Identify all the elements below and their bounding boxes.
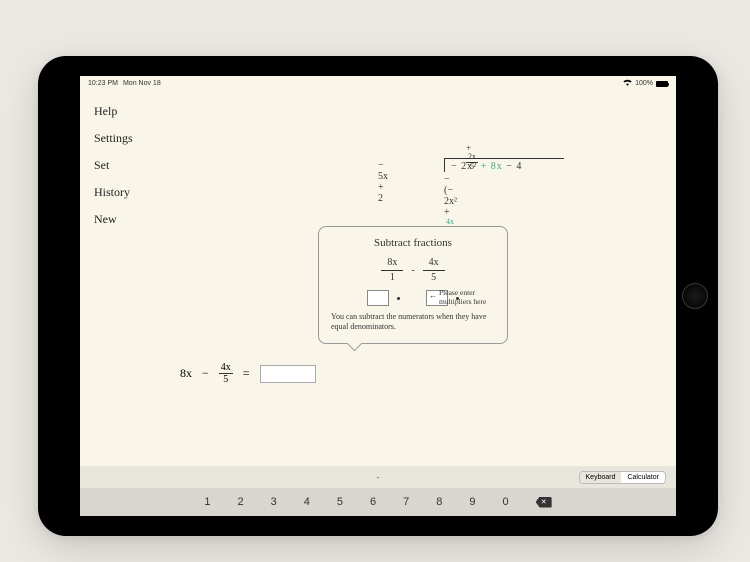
divisor: − 5x + 2 xyxy=(378,160,388,204)
screen: 10:23 PM Mon Nov 18 100% Help Settings S… xyxy=(80,76,676,516)
menu-set[interactable]: Set xyxy=(94,158,133,173)
equation-row: 8x − 4x 5 = xyxy=(180,362,316,385)
key-6[interactable]: 6 xyxy=(370,496,376,508)
side-menu: Help Settings Set History New xyxy=(94,104,133,227)
menu-history[interactable]: History xyxy=(94,185,133,200)
key-4[interactable]: 4 xyxy=(304,496,310,508)
mode-toggle[interactable]: Keyboard Calculator xyxy=(579,471,666,484)
toggle-calculator[interactable]: Calculator xyxy=(621,472,665,483)
key-1[interactable]: 1 xyxy=(204,496,210,508)
multiplier-input-1[interactable] xyxy=(367,290,389,306)
key-5[interactable]: 5 xyxy=(337,496,343,508)
toolbar-center: - xyxy=(377,472,380,482)
tooltip-title: Subtract fractions xyxy=(331,237,495,249)
battery-percent: 100% xyxy=(635,80,653,87)
multiplier-row: Please enter multipliers here xyxy=(331,290,495,306)
key-9[interactable]: 9 xyxy=(469,496,475,508)
menu-help[interactable]: Help xyxy=(94,104,133,119)
key-3[interactable]: 3 xyxy=(271,496,277,508)
toggle-keyboard[interactable]: Keyboard xyxy=(580,472,622,483)
eq-minus: − xyxy=(202,366,209,381)
key-0[interactable]: 0 xyxy=(503,496,509,508)
status-bar: 10:23 PM Mon Nov 18 100% xyxy=(80,76,676,91)
division-bracket: − 2x² + 8x − 4 xyxy=(444,158,564,172)
toolbar: - Keyboard Calculator xyxy=(80,466,676,488)
key-8[interactable]: 8 xyxy=(436,496,442,508)
status-time: 10:23 PM xyxy=(88,80,118,87)
keypad: 1 2 3 4 5 6 7 8 9 0 ✕ xyxy=(80,488,676,516)
key-2[interactable]: 2 xyxy=(238,496,244,508)
status-date: Mon Nov 18 xyxy=(123,80,161,87)
dividend: − 2x² + 8x − 4 xyxy=(451,161,558,172)
menu-new[interactable]: New xyxy=(94,212,133,227)
wifi-icon xyxy=(623,79,632,88)
battery-icon xyxy=(656,81,668,87)
tablet-frame: 10:23 PM Mon Nov 18 100% Help Settings S… xyxy=(38,56,718,536)
answer-input[interactable] xyxy=(260,365,316,383)
tooltip-help-text: You can subtract the numerators when the… xyxy=(331,312,495,333)
key-7[interactable]: 7 xyxy=(403,496,409,508)
home-button[interactable] xyxy=(682,283,708,309)
dot-icon xyxy=(397,297,400,300)
tooltip-fractions: 8x 1 - 4x 5 xyxy=(331,257,495,284)
backspace-icon[interactable]: ✕ xyxy=(536,497,552,508)
eq-equals: = xyxy=(243,366,250,381)
menu-settings[interactable]: Settings xyxy=(94,131,133,146)
eq-lhs: 8x xyxy=(180,366,192,381)
multiplier-hint: Please enter multipliers here xyxy=(439,288,495,306)
hint-tooltip: Subtract fractions 8x 1 - 4x 5 Please en… xyxy=(318,226,508,344)
